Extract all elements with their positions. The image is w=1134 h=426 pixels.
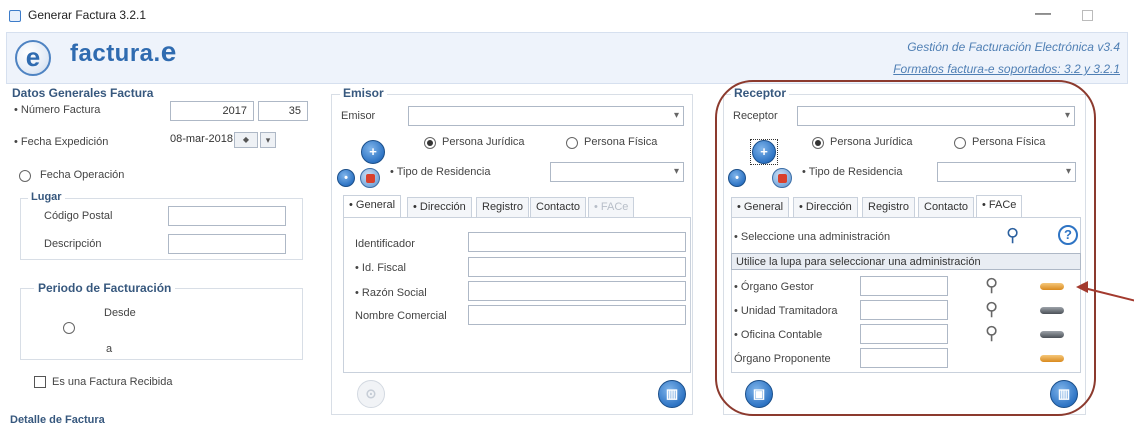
emisor-tipo-residencia-label: • Tipo de Residencia <box>390 166 491 178</box>
chevron-down-icon: ▾ <box>673 110 679 121</box>
date-spinner[interactable]: ◆ <box>234 132 258 148</box>
codigo-postal-field[interactable] <box>168 206 286 226</box>
factura-recibida-checkbox[interactable] <box>34 376 46 388</box>
maximize-button[interactable] <box>1082 10 1093 21</box>
numero-seq-field[interactable]: 35 <box>258 101 308 121</box>
minimize-button[interactable]: — <box>1035 5 1051 23</box>
emisor-person-red-icon[interactable] <box>360 168 380 188</box>
descripcion-field[interactable] <box>168 234 286 254</box>
formats-link[interactable]: Formatos factura-e soportados: 3.2 y 3.2… <box>893 62 1120 76</box>
numero-factura-label: • Número Factura <box>14 104 101 116</box>
emisor-bank-icon[interactable]: ▥ <box>658 380 686 408</box>
emisor-title: Emisor <box>340 86 387 100</box>
emisor-persona-juridica-label: Persona Jurídica <box>442 136 525 148</box>
window-title: Generar Factura 3.2.1 <box>28 8 147 22</box>
factura-recibida-label: Es una Factura Recibida <box>52 376 173 388</box>
emisor-save-icon[interactable]: ⊙ <box>357 380 385 408</box>
razon-social-field[interactable] <box>468 281 686 301</box>
emisor-combo-label: Emisor <box>341 110 376 122</box>
emisor-add-person-button[interactable]: + <box>361 140 385 164</box>
lugar-title: Lugar <box>28 191 65 203</box>
emisor-tab-general[interactable]: • General <box>343 195 402 217</box>
date-dropdown-button[interactable]: ▾ <box>260 132 276 148</box>
codigo-postal-label: Código Postal <box>44 210 113 222</box>
nombre-comercial-label: Nombre Comercial <box>355 310 447 322</box>
fecha-expedicion-label: • Fecha Expedición <box>14 136 109 148</box>
logo-text: factura.e <box>70 36 177 68</box>
app-icon <box>9 10 21 22</box>
logo-word: factura. <box>70 40 161 67</box>
id-fiscal-field[interactable] <box>468 257 686 277</box>
emisor-tipo-residencia-select[interactable]: ▾ <box>550 162 684 182</box>
emisor-persona-fisica-label: Persona Física <box>584 136 658 148</box>
numero-year-field[interactable]: 2017 <box>170 101 254 121</box>
logo-e-letter: e <box>160 36 177 67</box>
descripcion-label: Descripción <box>44 238 102 250</box>
window-titlebar <box>0 0 1134 30</box>
emisor-select[interactable]: ▾ <box>408 106 684 126</box>
emisor-tab-contacto[interactable]: Contacto <box>530 197 587 217</box>
emisor-tab-registro[interactable]: Registro <box>476 197 529 217</box>
identificador-label: Identificador <box>355 238 415 250</box>
chevron-down-icon: ▾ <box>673 166 679 177</box>
periodo-title: Periodo de Facturación <box>34 281 176 295</box>
emisor-person-icon[interactable]: • <box>337 169 355 187</box>
id-fiscal-label: • Id. Fiscal <box>355 262 406 274</box>
nombre-comercial-field[interactable] <box>468 305 686 325</box>
identificador-field[interactable] <box>468 232 686 252</box>
annotation-arrowhead <box>1076 281 1088 293</box>
emisor-persona-fisica-radio[interactable] <box>566 137 578 149</box>
fecha-operacion-label: Fecha Operación <box>40 169 125 181</box>
detalle-title: Detalle de Factura <box>10 414 105 426</box>
datos-title: Datos Generales Factura <box>12 86 154 100</box>
periodo-group <box>20 288 303 360</box>
a-label: a <box>106 343 113 355</box>
emisor-tab-direccion[interactable]: • Dirección <box>407 197 472 217</box>
razon-social-label: • Razón Social <box>355 287 427 299</box>
annotation-oval <box>715 80 1096 416</box>
fecha-operacion-radio[interactable] <box>19 170 31 182</box>
logo-mark: e <box>25 42 41 72</box>
app-version-text: Gestión de Facturación Electrónica v3.4 <box>907 40 1120 54</box>
fecha-expedicion-value[interactable]: 08-mar-2018 <box>170 133 233 145</box>
periodo-radio[interactable] <box>63 322 75 334</box>
emisor-tab-face[interactable]: • FACe <box>588 197 635 217</box>
desde-label: Desde <box>104 307 136 319</box>
emisor-persona-juridica-radio[interactable] <box>424 137 436 149</box>
